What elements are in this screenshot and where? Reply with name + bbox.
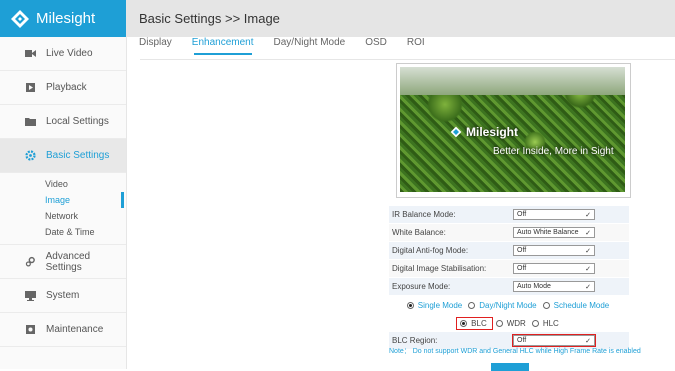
monitor-icon	[25, 291, 36, 301]
stabilisation-select[interactable]: Off ✓	[513, 263, 595, 274]
tab-roi[interactable]: ROI	[397, 37, 435, 59]
radio-label: Schedule Mode	[553, 300, 610, 310]
radio-hlc[interactable]: HLC	[531, 318, 561, 328]
sidebar-item-label: System	[46, 290, 80, 301]
sidebar-item-live-video[interactable]: Live Video	[0, 37, 126, 71]
maintenance-icon	[26, 325, 35, 334]
video-icon	[25, 50, 36, 57]
image-preview: Milesight Better Inside, More in Sight	[396, 63, 631, 198]
sidebar-item-label: Local Settings	[46, 116, 109, 127]
sidebar-menu-lower: Advanced Settings System Maintenance	[0, 245, 126, 347]
radio-single-mode[interactable]: Single Mode	[406, 300, 464, 310]
preview-image: Milesight Better Inside, More in Sight	[400, 67, 625, 192]
tab-osd[interactable]: OSD	[355, 37, 397, 59]
select-value: Off	[517, 265, 527, 272]
tab-enhancement[interactable]: Enhancement	[182, 37, 264, 59]
blc-region-label: BLC Region:	[392, 336, 438, 345]
sidebar-item-label: Advanced Settings	[45, 250, 91, 273]
chevron-down-icon: ✓	[585, 265, 591, 273]
sidebar-item-system[interactable]: System	[0, 279, 126, 313]
sidebar-subitem-network[interactable]: Network	[0, 208, 126, 224]
sidebar-menu: Live Video Playback Local Settings Basic…	[0, 37, 126, 173]
sidebar-item-label: Playback	[46, 82, 87, 93]
white-balance-row: White Balance: Auto White Balance ✓	[389, 224, 629, 242]
milesight-preview-icon	[450, 126, 462, 138]
enhancement-form: IR Balance Mode: Off ✓ White Balance: Aut…	[389, 206, 629, 350]
radio-label: BLC	[471, 318, 487, 328]
sidebar-item-local-settings[interactable]: Local Settings	[0, 105, 126, 139]
sidebar-subitem-image[interactable]: Image	[0, 192, 126, 208]
stabilisation-label: Digital Image Stabilisation:	[392, 264, 487, 273]
sidebar-subitem-video[interactable]: Video	[0, 176, 126, 192]
main-content: Milesight Better Inside, More in Sight I…	[140, 59, 675, 371]
radio-label: Single Mode	[417, 300, 463, 310]
gear-icon	[25, 150, 36, 161]
breadcrumb: Basic Settings >> Image	[127, 0, 675, 37]
note-text: Note： Do not support WDR and General HLC…	[389, 348, 641, 355]
radio-label: HLC	[542, 318, 559, 328]
exposure-label: Exposure Mode:	[392, 282, 451, 291]
mode-radio-group: Single Mode Day/Night Mode Schedule Mode	[389, 296, 629, 314]
preview-logo-text: Milesight	[466, 125, 519, 139]
brand-header[interactable]: Milesight	[0, 0, 126, 37]
white-balance-select[interactable]: Auto White Balance ✓	[513, 227, 595, 238]
exposure-row: Exposure Mode: Auto Mode ✓	[389, 278, 629, 296]
breadcrumb-text: Basic Settings >> Image	[139, 11, 280, 26]
sidebar: Milesight Live Video Playback Local Sett…	[0, 0, 127, 369]
blc-radio-group: BLC WDR HLC	[389, 314, 629, 332]
white-balance-label: White Balance:	[392, 228, 446, 237]
radio-day-night-mode[interactable]: Day/Night Mode	[468, 301, 538, 310]
antifog-label: Digital Anti-fog Mode:	[392, 246, 469, 255]
select-value: Auto White Balance	[517, 229, 579, 236]
preview-logo: Milesight	[450, 125, 518, 139]
milesight-logo-icon	[11, 9, 29, 28]
tab-bar: Display Enhancement Day/Night Mode OSD R…	[127, 37, 675, 59]
tab-display[interactable]: Display	[129, 37, 182, 59]
chevron-down-icon: ✓	[585, 247, 591, 255]
preview-tagline: Better Inside, More in Sight	[493, 146, 614, 157]
sidebar-item-maintenance[interactable]: Maintenance	[0, 313, 126, 347]
radio-label: WDR	[506, 318, 526, 328]
advanced-gear-icon	[25, 256, 35, 267]
blc-region-select[interactable]: Off ✓	[512, 334, 596, 347]
radio-button-icon[interactable]	[460, 319, 468, 327]
stabilisation-row: Digital Image Stabilisation: Off ✓	[389, 260, 629, 278]
antifog-row: Digital Anti-fog Mode: Off ✓	[389, 242, 629, 260]
sidebar-item-advanced-settings[interactable]: Advanced Settings	[0, 245, 126, 279]
tab-day-night-mode[interactable]: Day/Night Mode	[264, 37, 356, 59]
radio-button-icon[interactable]	[542, 301, 550, 309]
folder-icon	[25, 118, 36, 126]
radio-button-icon[interactable]	[468, 301, 476, 309]
ir-balance-row: IR Balance Mode: Off ✓	[389, 206, 629, 224]
save-button[interactable]	[491, 363, 529, 371]
preview-sky	[400, 67, 625, 95]
playback-icon	[26, 83, 35, 92]
sidebar-item-basic-settings[interactable]: Basic Settings	[0, 139, 126, 173]
chevron-down-icon: ✓	[585, 337, 591, 345]
ir-balance-label: IR Balance Mode:	[392, 210, 456, 219]
chevron-down-icon: ✓	[585, 229, 591, 237]
radio-schedule-mode[interactable]: Schedule Mode	[542, 300, 612, 310]
sidebar-item-playback[interactable]: Playback	[0, 71, 126, 105]
chevron-down-icon: ✓	[585, 211, 591, 219]
radio-button-icon[interactable]	[495, 319, 503, 327]
radio-wdr[interactable]: WDR	[495, 318, 528, 328]
antifog-select[interactable]: Off ✓	[513, 245, 595, 256]
select-value: Off	[517, 337, 527, 344]
radio-button-icon[interactable]	[406, 301, 414, 309]
sidebar-item-label: Live Video	[46, 48, 93, 59]
select-value: Auto Mode	[517, 283, 551, 290]
sidebar-item-label: Basic Settings	[46, 150, 110, 161]
radio-label: Day/Night Mode	[479, 300, 537, 310]
brand-name: Milesight	[36, 10, 96, 27]
sidebar-subitem-date-time[interactable]: Date & Time	[0, 224, 126, 240]
select-value: Off	[517, 247, 527, 254]
ir-balance-select[interactable]: Off ✓	[513, 209, 595, 220]
radio-blc[interactable]: BLC	[456, 316, 493, 330]
chevron-down-icon: ✓	[585, 283, 591, 291]
sidebar-item-label: Maintenance	[46, 324, 104, 335]
select-value: Off	[517, 211, 527, 218]
exposure-select[interactable]: Auto Mode ✓	[513, 281, 595, 292]
radio-button-icon[interactable]	[531, 319, 539, 327]
